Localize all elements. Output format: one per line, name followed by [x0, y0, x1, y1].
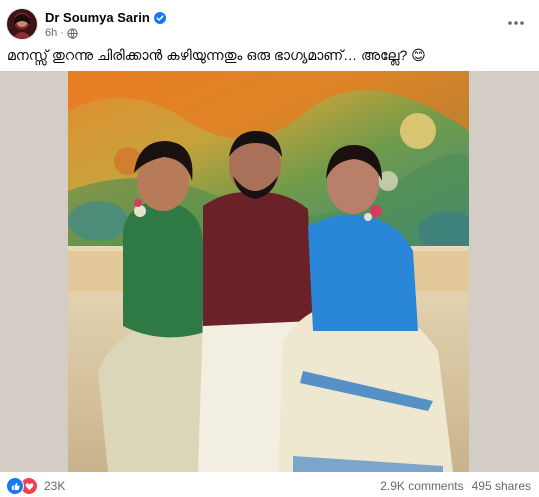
- post-header: Dr Soumya Sarin 6h ·: [0, 0, 539, 44]
- photo-frame: [0, 71, 539, 472]
- shares-count[interactable]: 495 shares: [472, 479, 531, 493]
- reactions-summary[interactable]: 23K: [6, 477, 65, 495]
- more-options-button[interactable]: [505, 14, 527, 32]
- author-name[interactable]: Dr Soumya Sarin: [45, 10, 150, 25]
- post-time[interactable]: 6h: [45, 27, 57, 39]
- engagement-stats: 2.9K comments 495 shares: [380, 479, 531, 493]
- comments-count[interactable]: 2.9K comments: [380, 479, 463, 493]
- post-meta: 6h ·: [45, 27, 78, 39]
- meta-separator: ·: [60, 27, 64, 39]
- avatar-portrait: [12, 14, 32, 39]
- thumbs-up-glyph: [11, 482, 20, 490]
- reaction-icons: [6, 477, 38, 495]
- author-name-row: Dr Soumya Sarin: [45, 10, 166, 25]
- post-caption: മനസ്സ് തുറന്നു ചിരിക്കാൻ കഴിയുന്നതും ഒരു…: [7, 47, 426, 63]
- verified-badge-icon: [153, 11, 166, 24]
- author-avatar[interactable]: [7, 9, 37, 39]
- like-icon: [6, 477, 24, 495]
- heart-glyph: [24, 482, 34, 490]
- reaction-count[interactable]: 23K: [44, 479, 65, 493]
- photo-illustration: [68, 71, 469, 472]
- more-options-icon: [508, 21, 524, 25]
- globe-icon: [67, 27, 78, 39]
- post-photo[interactable]: [68, 71, 469, 472]
- post-footer: 23K 2.9K comments 495 shares: [0, 473, 539, 497]
